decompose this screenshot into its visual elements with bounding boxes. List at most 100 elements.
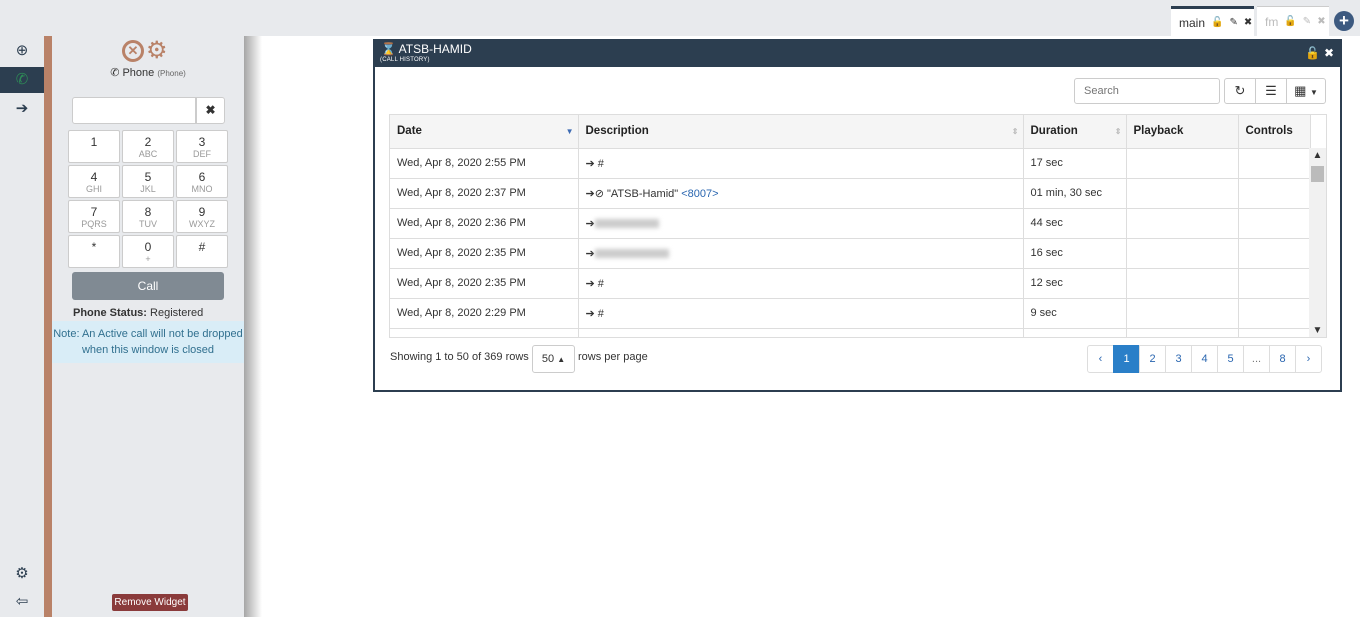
phone-title-text: Phone xyxy=(122,67,155,79)
table-row[interactable]: Wed, Apr 8, 2020 2:55 PM ➔ # 17 sec xyxy=(390,148,1311,179)
column-duration-label: Duration xyxy=(1030,125,1078,138)
cell-playback xyxy=(1126,208,1239,239)
keypad-key[interactable]: 6 MNO xyxy=(176,165,228,198)
key-digit: 3 xyxy=(198,135,206,149)
tab-main[interactable]: main 🔓 ✎ ✖ xyxy=(1171,6,1254,36)
description-text: "ATSB-Hamid" xyxy=(607,187,679,200)
cell-duration xyxy=(1023,328,1127,337)
keypad-key[interactable]: 8 TUV xyxy=(122,200,174,233)
caret-up-icon: ▲ xyxy=(557,355,566,364)
cell-duration: 16 sec xyxy=(1023,238,1127,269)
keypad-key[interactable]: * xyxy=(68,235,120,268)
cell-playback xyxy=(1126,238,1239,269)
scroll-down-icon[interactable]: ▼ xyxy=(1309,325,1326,336)
sign-out-icon[interactable]: ⇦ xyxy=(0,589,44,615)
sort-desc-icon: ▼ xyxy=(565,127,574,136)
column-controls-label: Controls xyxy=(1245,125,1293,138)
settings-gear-icon[interactable]: ⚙ xyxy=(0,561,44,587)
columns-button[interactable]: ▦ ▼ xyxy=(1286,78,1326,104)
scroll-up-icon[interactable]: ▲ xyxy=(1309,150,1326,161)
keypad-key[interactable]: 2 ABC xyxy=(122,130,174,163)
refresh-button[interactable]: ↻ xyxy=(1224,78,1256,104)
cell-playback xyxy=(1126,328,1239,337)
pencil-icon[interactable]: ✎ xyxy=(1229,17,1237,28)
column-date[interactable]: Date ▼ xyxy=(390,115,579,149)
close-icon[interactable]: ✖ xyxy=(1324,46,1334,60)
cell-duration: 44 sec xyxy=(1023,208,1127,239)
scroll-thumb[interactable] xyxy=(1311,166,1324,182)
unlock-icon[interactable]: 🔓 xyxy=(1284,16,1296,27)
key-digit: 1 xyxy=(90,135,98,149)
page-button[interactable]: 2 xyxy=(1139,345,1166,373)
outgoing-arrow-icon: ➔ xyxy=(585,187,595,200)
unlock-icon[interactable]: 🔓 xyxy=(1211,17,1223,28)
page-button[interactable]: 5 xyxy=(1217,345,1244,373)
tab-fm[interactable]: fm 🔓 ✎ ✖ xyxy=(1257,6,1329,36)
outgoing-arrow-icon: ➔ xyxy=(585,247,595,260)
cell-playback xyxy=(1126,298,1239,329)
close-icon[interactable]: ✖ xyxy=(1317,16,1325,27)
page-button[interactable]: 8 xyxy=(1269,345,1296,373)
key-digit: 4 xyxy=(90,170,98,184)
page-button[interactable]: 4 xyxy=(1191,345,1218,373)
table-row[interactable]: Wed, Apr 8, 2020 2:35 PM ➔ 16 sec xyxy=(390,238,1311,269)
cell-controls xyxy=(1238,238,1311,269)
table-scrollbar[interactable]: ▲ ▼ xyxy=(1309,148,1326,337)
add-widget-icon[interactable]: ⊕ xyxy=(0,38,44,64)
dial-input[interactable] xyxy=(72,97,196,124)
cell-date: Wed, Apr 8, 2020 2:55 PM xyxy=(390,148,579,179)
keypad-key[interactable]: 5 JKL xyxy=(122,165,174,198)
table-row[interactable]: Wed, Apr 8, 2020 2:36 PM ➔ 44 sec xyxy=(390,208,1311,239)
window-subtitle: (CALL HISTORY) xyxy=(380,57,430,63)
keypad-key[interactable]: # xyxy=(176,235,228,268)
column-duration[interactable]: Duration ⇕ xyxy=(1023,115,1127,149)
cell-controls xyxy=(1238,268,1311,299)
table-row[interactable]: Wed, Apr 8, 2020 2:37 PM ➔⊘ "ATSB-Hamid"… xyxy=(390,178,1311,209)
gear-icon[interactable]: ⚙ xyxy=(146,39,168,63)
close-circle-icon[interactable]: ✕ xyxy=(122,40,144,62)
clear-input-button[interactable]: ✖ xyxy=(196,97,225,124)
key-digit: 8 xyxy=(144,205,152,219)
keypad-key[interactable]: 0 + xyxy=(122,235,174,268)
keypad-key[interactable]: 7 PQRS xyxy=(68,200,120,233)
key-digit: 2 xyxy=(144,135,152,149)
keypad-key[interactable]: 4 GHI xyxy=(68,165,120,198)
cell-duration: 9 sec xyxy=(1023,298,1127,329)
call-button[interactable]: Call xyxy=(72,272,224,300)
unlock-icon[interactable]: 🔓 xyxy=(1305,46,1320,60)
phone-icon[interactable]: ✆ xyxy=(0,67,44,93)
cell-duration: 12 sec xyxy=(1023,268,1127,299)
remove-widget-button[interactable]: Remove Widget xyxy=(112,594,188,611)
call-history-table: Date ▼ Description ⇕ Duration ⇕ Playback Co… xyxy=(389,114,1327,338)
keypad-key[interactable]: 3 DEF xyxy=(176,130,228,163)
rows-per-page-select[interactable]: 50 ▲ xyxy=(532,345,575,373)
phone-status-value: Registered xyxy=(150,307,204,319)
pencil-icon[interactable]: ✎ xyxy=(1303,16,1311,27)
page-button[interactable]: 1 xyxy=(1113,345,1140,373)
cell-description: ➔ # xyxy=(578,298,1024,329)
outgoing-arrow-icon: ➔ xyxy=(585,277,595,290)
column-description[interactable]: Description ⇕ xyxy=(578,115,1024,149)
cell-playback xyxy=(1126,268,1239,299)
tab-fm-label: fm xyxy=(1265,14,1279,29)
add-tab-icon[interactable]: + xyxy=(1334,11,1354,31)
key-digit: 7 xyxy=(90,205,98,219)
column-controls: Controls xyxy=(1238,115,1311,149)
close-icon[interactable]: ✖ xyxy=(1244,17,1252,28)
table-row[interactable]: Wed, Apr 8, 2020 2:35 PM ➔ # 12 sec xyxy=(390,268,1311,299)
table-row[interactable] xyxy=(390,328,1311,337)
arrow-right-icon[interactable]: ➔ xyxy=(0,96,44,122)
key-letters: DEF xyxy=(193,149,211,159)
keypad-key[interactable]: 1 xyxy=(68,130,120,163)
page-button[interactable]: 3 xyxy=(1165,345,1192,373)
cell-controls xyxy=(1238,298,1311,329)
page-button[interactable]: ‹ xyxy=(1087,345,1114,373)
table-row[interactable]: Wed, Apr 8, 2020 2:29 PM ➔ # 9 sec xyxy=(390,298,1311,329)
window-controls: 🔓 ✖ xyxy=(1305,46,1334,60)
phone-status: Phone Status: Registered xyxy=(73,307,203,319)
toggle-view-button[interactable]: ☰ xyxy=(1255,78,1287,104)
cell-controls xyxy=(1238,178,1311,209)
page-button[interactable]: › xyxy=(1295,345,1322,373)
keypad-key[interactable]: 9 WXYZ xyxy=(176,200,228,233)
search-input[interactable] xyxy=(1074,78,1220,104)
